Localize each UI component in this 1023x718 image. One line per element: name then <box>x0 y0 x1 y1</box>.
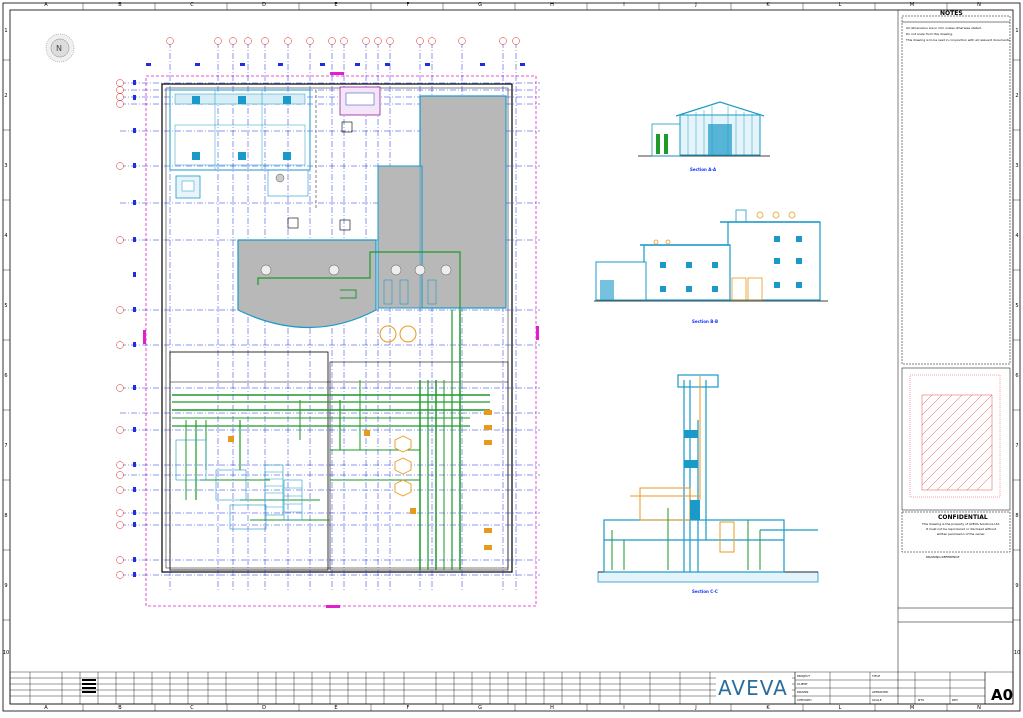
title-block-marks <box>82 679 96 693</box>
section-b-b-view <box>594 209 828 302</box>
tb-project-label: PROJECT <box>797 674 810 678</box>
confidential-title: CONFIDENTIAL <box>938 514 988 521</box>
zone-row-1: 1 <box>4 28 8 34</box>
zone-row-6: 6 <box>4 373 8 379</box>
zone-col-d: D <box>262 2 266 8</box>
svg-text:N: N <box>56 44 62 53</box>
zone-col-d-bottom: D <box>262 705 266 711</box>
zone-row-8-right: 8 <box>1015 513 1019 519</box>
tb-approved-label: APPROVED <box>872 690 889 694</box>
plan-view <box>116 37 540 608</box>
zone-col-e: E <box>334 2 338 8</box>
zone-col-n: N <box>977 2 981 8</box>
drawing-sheet: N A B C D E F G H I J K L M N A B C D E … <box>0 0 1023 714</box>
section-a-a-view <box>638 101 770 157</box>
zone-col-a: A <box>44 2 48 8</box>
note-line-1: All dimensions are in mm unless otherwis… <box>906 26 982 30</box>
sheet-size: A0 <box>991 686 1014 704</box>
zone-col-h-bottom: H <box>550 705 554 711</box>
zone-col-h: H <box>550 2 554 8</box>
zone-row-4: 4 <box>4 233 8 239</box>
zone-col-j: J <box>695 2 697 8</box>
section-b-b-label: Section B-B <box>692 319 718 324</box>
zone-row-2: 2 <box>4 93 8 99</box>
zone-row-5-right: 5 <box>1015 303 1019 309</box>
tb-client-label: CLIENT <box>797 682 808 686</box>
notes-title: NOTES <box>940 10 963 17</box>
approval-stamp <box>909 374 1001 498</box>
north-arrow-icon: N <box>45 33 75 63</box>
confidential-line-2: It must not be reproduced or disclosed w… <box>925 527 997 531</box>
zone-row-5: 5 <box>4 303 8 309</box>
zone-col-e-bottom: E <box>334 705 338 711</box>
zone-col-i: I <box>623 2 625 8</box>
zone-col-c: C <box>190 2 194 8</box>
tb-scale-value: NTS <box>918 698 924 702</box>
zone-row-9-right: 9 <box>1015 583 1019 589</box>
zone-col-a-bottom: A <box>44 705 48 711</box>
zone-row-7-right: 7 <box>1015 443 1019 449</box>
zone-col-b: B <box>118 2 122 8</box>
zone-col-n-bottom: N <box>977 705 981 711</box>
zone-row-3-right: 3 <box>1015 163 1019 169</box>
zone-col-i-bottom: I <box>623 705 625 711</box>
confidential-line-3: written permission of the owner. <box>936 532 986 536</box>
zone-col-j-bottom: J <box>695 705 697 711</box>
confidential-line-1: This drawing is the property of AVEVA So… <box>921 522 1001 526</box>
zone-row-6-right: 6 <box>1015 373 1019 379</box>
zone-col-f-bottom: F <box>406 705 410 711</box>
note-line-3: This drawing is to be read in conjunctio… <box>906 38 1011 42</box>
zone-col-k-bottom: K <box>766 705 770 711</box>
note-line-2: Do not scale from this drawing. <box>906 32 954 36</box>
zone-row-4-right: 4 <box>1015 233 1019 239</box>
zone-col-k: K <box>766 2 770 8</box>
tb-rev-label: REV <box>952 698 959 702</box>
drawing-reference: DRAWING REFERENCE <box>926 555 960 559</box>
zone-col-m-bottom: M <box>909 705 915 711</box>
zone-col-f: F <box>406 2 410 8</box>
zone-row-7: 7 <box>4 443 8 449</box>
zone-row-2-right: 2 <box>1015 93 1019 99</box>
tb-scale-label: SCALE <box>872 698 882 702</box>
section-c-c-view <box>597 374 819 583</box>
section-a-a-label: Section A-A <box>690 167 717 172</box>
right-panel <box>897 10 1013 704</box>
zone-col-g: G <box>478 2 482 8</box>
zone-row-3: 3 <box>4 163 8 169</box>
tb-checked-label: CHECKED <box>797 698 812 702</box>
zone-col-l: L <box>838 2 842 8</box>
title-block-grid <box>9 671 1014 705</box>
zone-row-9: 9 <box>4 583 8 589</box>
zone-col-g-bottom: G <box>478 705 482 711</box>
tb-drawn-label: DRAWN <box>797 690 809 694</box>
zone-col-l-bottom: L <box>838 705 842 711</box>
drawing-canvas: N <box>2 2 1021 712</box>
zone-row-10-right: 10 <box>1013 650 1021 656</box>
tb-title-label: TITLE <box>872 674 881 678</box>
aveva-logo: AVEVA <box>718 676 788 700</box>
zone-col-b-bottom: B <box>118 705 122 711</box>
zone-col-m: M <box>909 2 915 8</box>
zone-row-10: 10 <box>2 650 10 656</box>
zone-row-8: 8 <box>4 513 8 519</box>
section-c-c-label: Section C-C <box>692 589 718 594</box>
zone-col-c-bottom: C <box>190 705 194 711</box>
